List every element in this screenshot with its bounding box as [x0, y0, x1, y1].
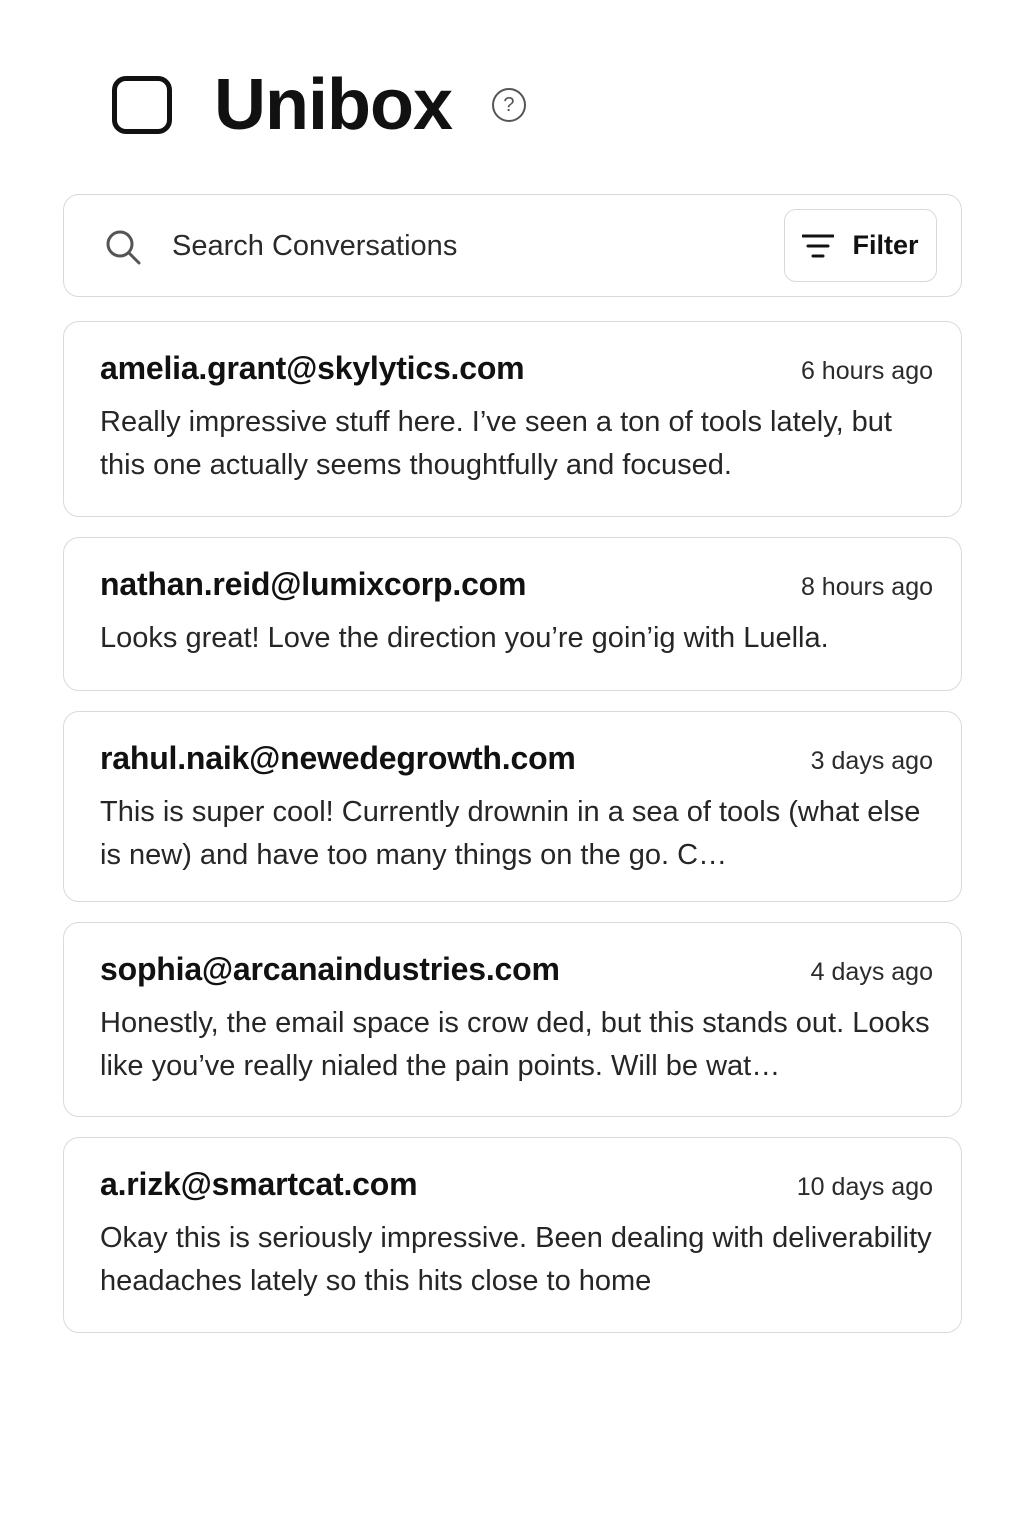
timestamp: 3 days ago — [810, 747, 933, 775]
sender-email: a.rizk@smartcat.com — [100, 1166, 418, 1202]
search-input[interactable] — [172, 223, 772, 269]
timestamp: 6 hours ago — [800, 357, 933, 385]
conversation-item[interactable]: amelia.grant@skylytics.com 6 hours ago R… — [63, 321, 962, 517]
filter-lines-icon — [802, 234, 835, 257]
timestamp: 8 hours ago — [800, 573, 933, 601]
timestamp: 4 days ago — [810, 958, 933, 986]
conversation-item[interactable]: nathan.reid@lumixcorp.com 8 hours ago Lo… — [63, 537, 962, 691]
message-preview: Looks great! Love the direction you’re g… — [100, 622, 829, 654]
sender-email: sophia@arcanaindustries.com — [100, 951, 560, 987]
sender-email: nathan.reid@lumixcorp.com — [100, 566, 527, 602]
filter-label: Filter — [852, 230, 919, 260]
unibox-page: Unibox ? Filter amelia.grant@skylytics.c… — [0, 0, 1024, 1536]
page-header: Unibox ? — [112, 60, 526, 150]
message-preview: This is super cool! Currently drownin in… — [100, 796, 921, 871]
timestamp: 10 days ago — [796, 1173, 933, 1201]
search-bar: Filter — [63, 194, 962, 297]
help-icon[interactable]: ? — [491, 88, 526, 122]
page-title: Unibox — [214, 65, 453, 145]
message-preview: Really impressive stuff here. I’ve seen … — [100, 406, 892, 481]
filter-button[interactable]: Filter — [784, 209, 937, 282]
sender-email: rahul.naik@newedegrowth.com — [100, 740, 576, 776]
search-icon — [106, 230, 141, 265]
message-preview: Honestly, the email space is crow ded, b… — [100, 1007, 930, 1082]
message-preview: Okay this is seriously impressive. Been … — [100, 1222, 932, 1297]
checkbox-square-icon — [112, 76, 172, 134]
conversation-item[interactable]: rahul.naik@newedegrowth.com 3 days ago T… — [63, 711, 962, 902]
sender-email: amelia.grant@skylytics.com — [100, 350, 525, 386]
conversation-item[interactable]: a.rizk@smartcat.com 10 days ago Okay thi… — [63, 1137, 962, 1333]
conversation-item[interactable]: sophia@arcanaindustries.com 4 days ago H… — [63, 922, 962, 1117]
